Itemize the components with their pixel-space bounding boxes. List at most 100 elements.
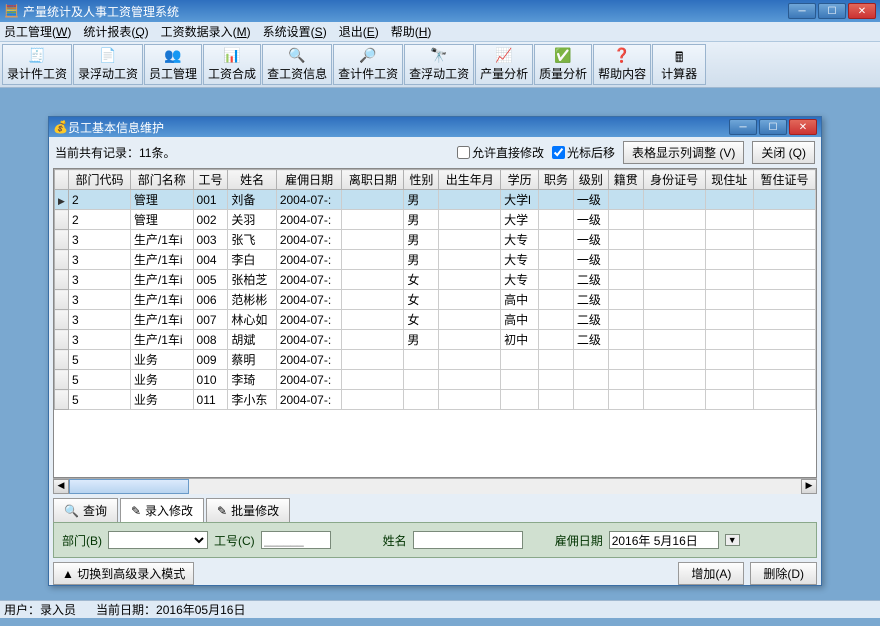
toolbar-icon: 📄: [99, 47, 116, 65]
row-header[interactable]: [55, 290, 69, 310]
scroll-right-icon[interactable]: ▶: [801, 479, 817, 494]
name-input[interactable]: [413, 531, 523, 549]
col-籍贯[interactable]: 籍贯: [608, 170, 643, 190]
sub-toolbar: 当前共有记录：11条。 允许直接修改 光标后移 表格显示列调整 (V) 关闭 (…: [49, 137, 821, 168]
menu-员工管理[interactable]: 员工管理(W): [4, 23, 71, 40]
table-row[interactable]: 3生产/1车i007林心如2004-07-:女高中二级: [55, 310, 816, 330]
table-row[interactable]: 5业务011李小东2004-07-:: [55, 390, 816, 410]
table-row[interactable]: 5业务010李琦2004-07-:: [55, 370, 816, 390]
sub-close-button[interactable]: ✕: [789, 119, 817, 135]
maximize-button[interactable]: ☐: [818, 3, 846, 19]
tab-查询[interactable]: 🔍查询: [53, 498, 118, 522]
toolbar-质量分析[interactable]: ✅质量分析: [534, 44, 592, 85]
close-subwin-button[interactable]: 关闭 (Q): [752, 141, 815, 164]
no-input[interactable]: [261, 531, 331, 549]
scroll-left-icon[interactable]: ◀: [53, 479, 69, 494]
sub-maximize-button[interactable]: ☐: [759, 119, 787, 135]
toolbar-产量分析[interactable]: 📈产量分析: [475, 44, 533, 85]
col-雇佣日期[interactable]: 雇佣日期: [276, 170, 342, 190]
row-header[interactable]: [55, 230, 69, 250]
col-姓名[interactable]: 姓名: [228, 170, 276, 190]
col-部门代码[interactable]: 部门代码: [69, 170, 131, 190]
hire-date-label: 雇佣日期: [555, 532, 603, 549]
row-header[interactable]: [55, 190, 69, 210]
table-row[interactable]: 3生产/1车i004李白2004-07-:男大专一级: [55, 250, 816, 270]
close-button[interactable]: ✕: [848, 3, 876, 19]
toolbar-查工资信息[interactable]: 🔍查工资信息: [262, 44, 332, 85]
col-级别[interactable]: 级别: [573, 170, 608, 190]
col-现住址[interactable]: 现住址: [705, 170, 753, 190]
sub-titlebar: 💰 员工基本信息维护 ─ ☐ ✕: [49, 117, 821, 137]
toolbar-icon: 🔎: [359, 47, 376, 65]
row-header-corner: [55, 170, 69, 190]
minimize-button[interactable]: ─: [788, 3, 816, 19]
employee-info-window: 💰 员工基本信息维护 ─ ☐ ✕ 当前共有记录：11条。 允许直接修改 光标后移…: [48, 116, 822, 586]
toolbar-帮助内容[interactable]: ❓帮助内容: [593, 44, 651, 85]
sub-minimize-button[interactable]: ─: [729, 119, 757, 135]
col-职务[interactable]: 职务: [539, 170, 574, 190]
col-离职日期[interactable]: 离职日期: [342, 170, 404, 190]
delete-button[interactable]: 删除(D): [750, 562, 817, 585]
col-性别[interactable]: 性别: [404, 170, 439, 190]
statusbar: 用户：录入员 当前日期：2016年05月16日: [0, 600, 880, 618]
dropdown-icon[interactable]: ▼: [725, 534, 740, 546]
record-count-label: 当前共有记录：11条。: [55, 144, 449, 161]
no-label: 工号(C): [214, 532, 255, 549]
col-部门名称[interactable]: 部门名称: [130, 170, 193, 190]
table-row[interactable]: 3生产/1车i005张柏芝2004-07-:女大专二级: [55, 270, 816, 290]
app-title: 产量统计及人事工资管理系统: [23, 3, 788, 20]
tab-icon: 🔍: [64, 504, 79, 518]
toolbar-查计件工资[interactable]: 🔎查计件工资: [333, 44, 403, 85]
toolbar-icon: 🔭: [430, 47, 447, 65]
menu-系统设置[interactable]: 系统设置(S): [263, 23, 327, 40]
table-row[interactable]: 2管理002关羽2004-07-:男大学一级: [55, 210, 816, 230]
row-header[interactable]: [55, 370, 69, 390]
column-settings-button[interactable]: 表格显示列调整 (V): [623, 141, 744, 164]
allow-direct-edit-checkbox[interactable]: 允许直接修改: [457, 144, 544, 161]
cursor-after-checkbox[interactable]: 光标后移: [552, 144, 615, 161]
toolbar-icon: 📈: [495, 47, 512, 65]
add-button[interactable]: 增加(A): [678, 562, 744, 585]
col-工号[interactable]: 工号: [193, 170, 228, 190]
data-grid[interactable]: 部门代码部门名称工号姓名雇佣日期离职日期性别出生年月学历职务级别籍贯身份证号现住…: [53, 168, 817, 478]
row-header[interactable]: [55, 270, 69, 290]
col-暂住证号[interactable]: 暂住证号: [753, 170, 815, 190]
table-row[interactable]: 5业务009蔡明2004-07-:: [55, 350, 816, 370]
table-row[interactable]: 3生产/1车i008胡斌2004-07-:男初中二级: [55, 330, 816, 350]
menu-工资数据录入[interactable]: 工资数据录入(M): [161, 23, 251, 40]
tab-icon: ✎: [131, 504, 141, 518]
menu-统计报表[interactable]: 统计报表(Q): [83, 23, 148, 40]
status-date: 当前日期：2016年05月16日: [96, 601, 245, 618]
row-header[interactable]: [55, 310, 69, 330]
dept-select[interactable]: [108, 531, 208, 549]
menu-退出[interactable]: 退出(E): [339, 23, 379, 40]
toolbar-icon: 🧾: [28, 47, 45, 65]
hire-date-picker[interactable]: [609, 531, 719, 549]
col-出生年月[interactable]: 出生年月: [439, 170, 501, 190]
tab-录入修改[interactable]: ✎录入修改: [120, 498, 204, 522]
menu-帮助[interactable]: 帮助(H): [391, 23, 432, 40]
col-身份证号[interactable]: 身份证号: [643, 170, 705, 190]
toggle-advanced-button[interactable]: ▲ 切换到高级录入模式: [53, 562, 194, 585]
scroll-thumb[interactable]: [69, 479, 189, 494]
menubar: 员工管理(W) 统计报表(Q) 工资数据录入(M) 系统设置(S) 退出(E) 帮助(H): [0, 22, 880, 42]
row-header[interactable]: [55, 330, 69, 350]
toolbar-录计件工资[interactable]: 🧾录计件工资: [2, 44, 72, 85]
tab-批量修改[interactable]: ✎批量修改: [206, 498, 290, 522]
toolbar-查浮动工资[interactable]: 🔭查浮动工资: [404, 44, 474, 85]
horizontal-scrollbar[interactable]: ◀ ▶: [53, 478, 817, 494]
table-row[interactable]: 2管理001刘备2004-07-:男大学l一级: [55, 190, 816, 210]
table-row[interactable]: 3生产/1车i003张飞2004-07-:男大专一级: [55, 230, 816, 250]
row-header[interactable]: [55, 350, 69, 370]
row-header[interactable]: [55, 250, 69, 270]
row-header[interactable]: [55, 210, 69, 230]
toolbar-工资合成[interactable]: 📊工资合成: [203, 44, 261, 85]
toolbar-计算器[interactable]: 🖩计算器: [652, 44, 706, 85]
toolbar-录浮动工资[interactable]: 📄录浮动工资: [73, 44, 143, 85]
row-header[interactable]: [55, 390, 69, 410]
toolbar-员工管理[interactable]: 👥员工管理: [144, 44, 202, 85]
input-form-panel: 部门(B) 工号(C) 姓名 雇佣日期 ▼: [53, 522, 817, 558]
table-row[interactable]: 3生产/1车i006范彬彬2004-07-:女高中二级: [55, 290, 816, 310]
toolbar-icon: ✅: [554, 47, 571, 65]
col-学历[interactable]: 学历: [501, 170, 539, 190]
